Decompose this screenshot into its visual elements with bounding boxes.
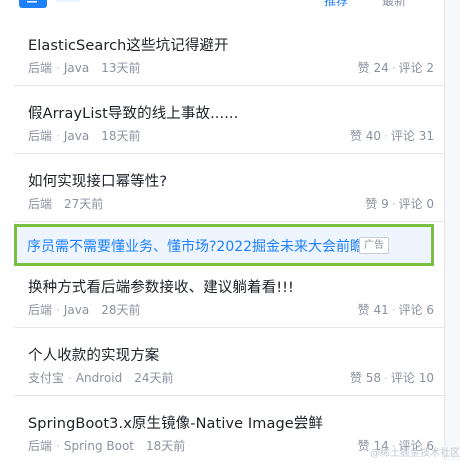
article-title[interactable]: 换种方式看后端参数接收、建议躺着看!!! [28,276,294,297]
category-label[interactable]: 支付宝 [28,371,64,385]
list-item[interactable]: ElasticSearch这些坑记得避开 后端 · Java 13天前 赞 24 · 评论… [14,24,444,86]
comment-count[interactable]: 评论 31 [391,129,434,143]
timestamp: 27天前 [64,197,104,211]
ad-badge: 广告 [359,237,389,254]
article-meta: 后端 · Spring Boot 18天前 [28,439,186,453]
article-stats: 赞 58 · 评论 10 [349,371,434,385]
article-title[interactable]: 个人收款的实现方案 [28,344,159,365]
category-label[interactable]: 后端 [28,439,52,453]
tab-latest[interactable]: 最新 [382,0,406,9]
tag-label[interactable]: Java [64,303,89,317]
article-stats: 赞 9 · 评论 0 [365,197,434,211]
category-label[interactable]: 后端 [28,197,52,211]
category-label[interactable]: 后端 [28,129,52,143]
timestamp: 28天前 [101,303,141,317]
comment-count[interactable]: 评论 2 [399,61,434,75]
like-count[interactable]: 赞 41 [358,303,389,317]
list-item[interactable]: 如何实现接口幂等性? 后端 27天前 赞 9 · 评论 0 [14,160,444,222]
list-item[interactable]: 假ArrayList导致的线上事故...... 后端 · Java 18天前 赞 40… [14,92,444,154]
comment-count[interactable]: 评论 0 [399,197,434,211]
scrollbar[interactable] [445,0,460,460]
like-count[interactable]: 赞 9 [365,197,388,211]
tag-label[interactable]: Spring Boot [64,439,134,453]
feed-header: 推荐 最新 [0,0,444,14]
article-feed-page: 推荐 最新 ElasticSearch这些坑记得避开 后端 · Java 13天前 赞… [0,0,460,460]
like-count[interactable]: 赞 24 [358,61,389,75]
category-label[interactable]: 后端 [28,303,52,317]
list-item[interactable]: 换种方式看后端参数接收、建议躺着看!!! 后端 · Java 28天前 赞 41 · 评论… [14,266,444,328]
timestamp: 24天前 [134,371,174,385]
ad-title[interactable]: 序员需不需要懂业务、懂市场?2022掘金未来大会前瞻 [27,236,364,256]
ad-banner[interactable]: 序员需不需要懂业务、懂市场?2022掘金未来大会前瞻 广告 [14,224,434,266]
watermark: @稀土掘金技术社区 [370,448,460,459]
category-button[interactable] [19,0,47,8]
like-count[interactable]: 赞 58 [350,371,381,385]
category-label[interactable]: 后端 [28,61,52,75]
article-stats: 赞 40 · 评论 31 [349,129,434,143]
article-meta: 支付宝 · Android 24天前 [28,371,174,385]
tag-label[interactable]: Java [64,61,89,75]
article-meta: 后端 · Java 18天前 [28,129,141,143]
comment-count[interactable]: 评论 6 [399,303,434,317]
article-meta: 后端 27天前 [28,195,103,212]
tab-recommended[interactable]: 推荐 [324,0,348,9]
article-title[interactable]: SpringBoot3.x原生镜像-Native Image尝鲜 [28,412,323,433]
article-stats: 赞 24 · 评论 2 [357,61,434,75]
timestamp: 18天前 [146,439,186,453]
article-meta: 后端 · Java 28天前 [28,303,141,317]
article-meta: 后端 · Java 13天前 [28,61,141,75]
comment-count[interactable]: 评论 10 [391,371,434,385]
article-title[interactable]: 如何实现接口幂等性? [28,170,167,191]
category-tag[interactable] [56,0,80,2]
article-stats: 赞 41 · 评论 6 [357,303,434,317]
article-title[interactable]: 假ArrayList导致的线上事故...... [28,102,238,123]
menu-icon [27,1,37,3]
article-title[interactable]: ElasticSearch这些坑记得避开 [28,34,229,55]
timestamp: 18天前 [101,129,141,143]
list-item[interactable]: 个人收款的实现方案 支付宝 · Android 24天前 赞 58 · 评论 10 [14,334,444,396]
tag-label[interactable]: Java [64,129,89,143]
like-count[interactable]: 赞 40 [350,129,381,143]
tag-label[interactable]: Android [76,371,122,385]
timestamp: 13天前 [101,61,141,75]
